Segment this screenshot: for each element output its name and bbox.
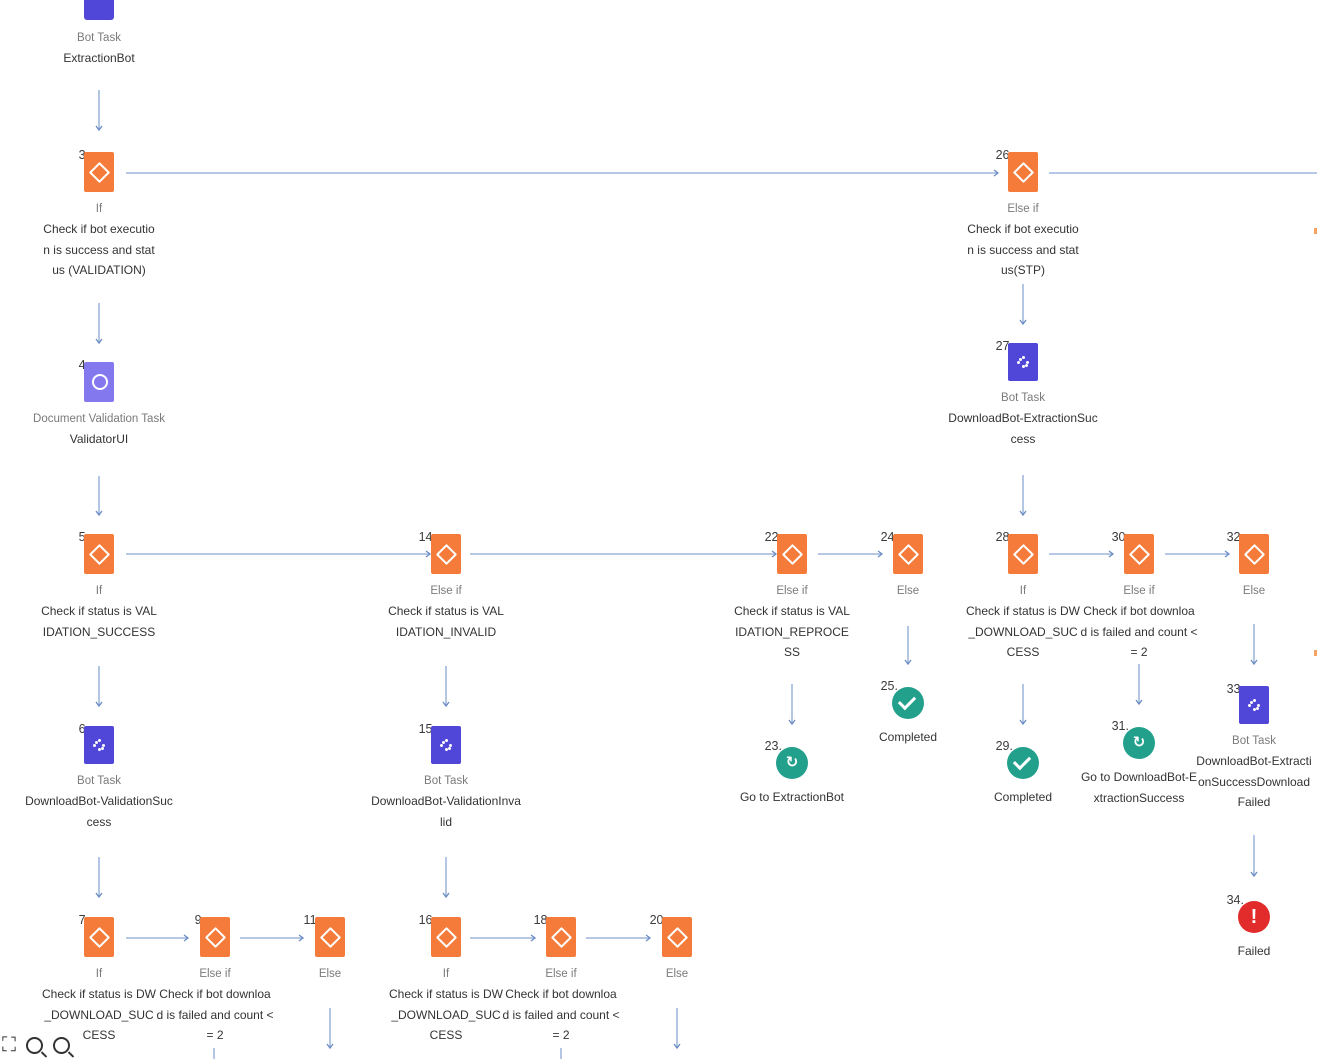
node-15-bot-task[interactable]: 15. Bot Task DownloadBot-ValidationInvalid	[356, 722, 536, 832]
fit-to-screen-icon[interactable]: ⛶	[2, 1035, 16, 1055]
node-description: DownloadBot-ExtractionSuccessDownloadFai…	[1196, 754, 1312, 809]
node-description: ExtractionBot	[63, 51, 135, 65]
node-title: Else	[1242, 585, 1266, 597]
node-number: 31.	[1111, 719, 1129, 733]
node-title: If	[95, 203, 103, 215]
node-20-else[interactable]: 20. Else	[587, 913, 767, 982]
node-description: DownloadBot-ValidationSuccess	[25, 794, 173, 829]
node-description: Check if bot download is failed and coun…	[1080, 604, 1198, 659]
flow-canvas[interactable]: Bot Task ExtractionBot 3.IfCheck if bot …	[0, 0, 1323, 1059]
node-bot-task-extractionbot[interactable]: Bot Task ExtractionBot	[9, 30, 189, 69]
node-description: Go to ExtractionBot	[739, 790, 845, 804]
condition-icon	[315, 917, 345, 957]
node-33-bot-task[interactable]: 33. Bot Task DownloadBot-ExtractionSuccess…	[1164, 682, 1323, 813]
condition-icon	[1124, 534, 1154, 574]
node-description: Check if status is VALIDATION_INVALID	[388, 604, 504, 639]
zoom-in-icon[interactable]	[53, 1036, 70, 1054]
goto-icon: ↻	[1123, 727, 1155, 759]
node-description: DownloadBot-ValidationInvalid	[371, 794, 521, 829]
validation-icon	[84, 362, 114, 402]
bot-icon	[431, 726, 461, 764]
bot-icon	[1239, 686, 1269, 724]
node-6-bot-task[interactable]: 6.Bot TaskDownloadBot-ValidationSuccess	[9, 722, 189, 832]
zoom-out-icon[interactable]	[26, 1036, 43, 1054]
node-number: 29.	[995, 739, 1013, 753]
node-4-document-validation[interactable]: 4.Document Validation TaskValidatorUI	[9, 358, 189, 450]
condition-icon	[1239, 534, 1269, 574]
node-26-else-if[interactable]: 26. Else if Check if bot execution is succ…	[933, 148, 1113, 281]
node-title: Else if	[1007, 203, 1039, 215]
bot-task-node-partial[interactable]	[84, 0, 114, 20]
node-description: Check if status is VALIDATION_SUCCESS	[41, 604, 157, 639]
node-title: Else	[665, 968, 689, 980]
node-description: Check if bot execution is success and st…	[967, 222, 1079, 277]
node-23-goto[interactable]: 23. ↻ Go to ExtractionBot	[702, 739, 882, 808]
condition-icon	[1008, 534, 1038, 574]
node-description: Check if bot execution is success and st…	[43, 222, 155, 277]
check-icon	[892, 687, 924, 719]
node-title: Else if	[430, 585, 462, 597]
condition-icon	[893, 534, 923, 574]
bot-icon	[1008, 343, 1038, 381]
node-description: ValidatorUI	[69, 432, 129, 446]
condition-icon	[84, 917, 114, 957]
zoom-toolbar: ⛶	[2, 1035, 70, 1055]
offscreen-edge-marker	[1314, 650, 1317, 656]
condition-icon	[84, 534, 114, 574]
node-title: Bot Task	[1232, 735, 1276, 747]
node-14-else-if[interactable]: 14. Else if Check if status is VALIDATION_…	[356, 530, 536, 642]
condition-icon	[431, 917, 461, 957]
check-icon	[1007, 747, 1039, 779]
failed-icon: !	[1238, 901, 1270, 933]
node-number: 34.	[1226, 893, 1244, 907]
node-title: Bot Task	[77, 775, 121, 787]
node-32-else[interactable]: 32. Else	[1164, 530, 1323, 599]
offscreen-edge-marker	[1314, 228, 1317, 234]
node-description: Check if bot download is failed and coun…	[502, 987, 620, 1042]
node-description: Check if status is VALIDATION_REPROCESS	[734, 604, 850, 659]
condition-icon	[777, 534, 807, 574]
node-title: Document Validation Task	[33, 413, 165, 425]
node-5-if[interactable]: 5.IfCheck if status is VALIDATION_SUCCES…	[9, 530, 189, 642]
condition-icon	[84, 152, 114, 192]
node-description: Failed	[1237, 944, 1271, 958]
condition-icon	[431, 534, 461, 574]
node-number: 23.	[764, 739, 782, 753]
condition-icon	[546, 917, 576, 957]
condition-icon	[1008, 152, 1038, 192]
node-description: Check if bot download is failed and coun…	[156, 987, 274, 1042]
condition-icon	[200, 917, 230, 957]
bot-icon	[84, 726, 114, 764]
node-27-bot-task[interactable]: 27. Bot Task DownloadBot-ExtractionSuccess	[933, 339, 1113, 449]
node-title: Bot Task	[77, 32, 121, 44]
node-title: If	[95, 585, 103, 597]
node-title: Bot Task	[1001, 392, 1045, 404]
node-34-failed[interactable]: 34.! Failed	[1164, 893, 1323, 962]
node-number: 25.	[880, 679, 898, 693]
condition-icon	[662, 917, 692, 957]
node-description: DownloadBot-ExtractionSuccess	[948, 411, 1098, 446]
node-3-if[interactable]: 3.IfCheck if bot execution is success an…	[9, 148, 189, 281]
goto-icon: ↻	[776, 747, 808, 779]
node-title: Bot Task	[424, 775, 468, 787]
node-25-completed[interactable]: 25. Completed	[818, 679, 998, 748]
